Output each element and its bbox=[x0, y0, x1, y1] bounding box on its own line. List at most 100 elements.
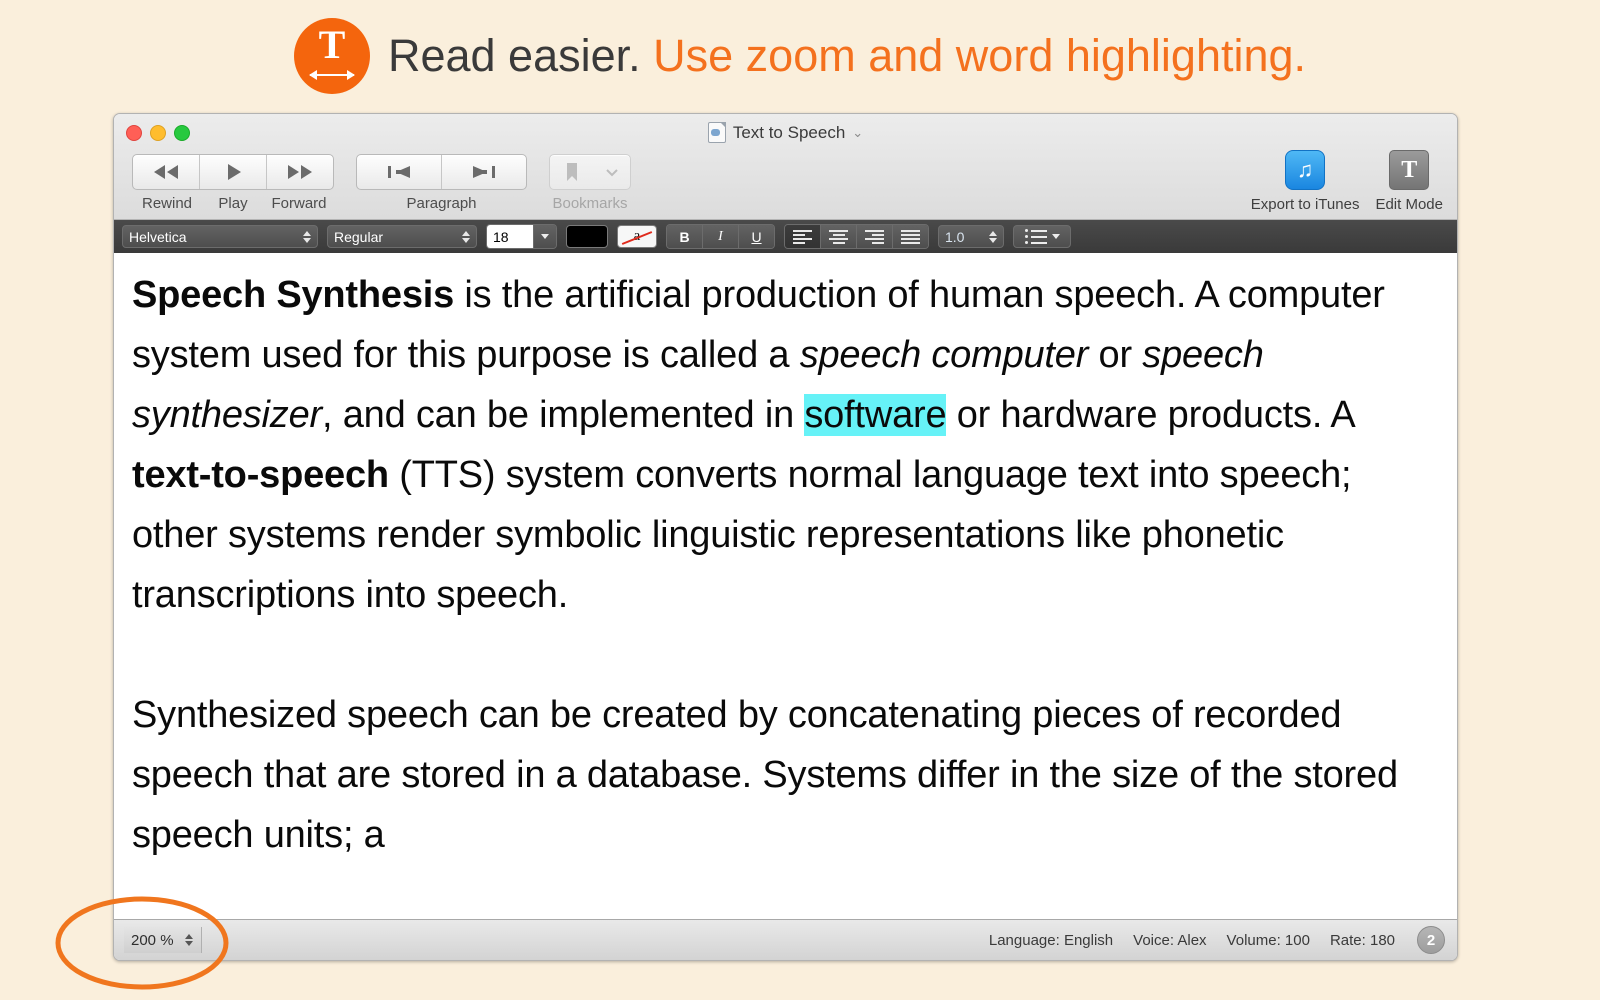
align-justify-icon bbox=[901, 229, 920, 244]
text-style-segment: B I U bbox=[666, 224, 775, 249]
bookmarks-captions: Bookmarks bbox=[550, 195, 630, 212]
title-chevron-down-icon[interactable]: ⌄ bbox=[852, 125, 863, 141]
paragraph-label: Paragraph bbox=[406, 195, 477, 212]
paragraph-segment bbox=[356, 154, 527, 190]
next-paragraph-button[interactable] bbox=[442, 155, 526, 189]
paragraph-1-text-3: , and can be implemented in bbox=[322, 394, 805, 436]
font-style-select[interactable]: Regular bbox=[327, 225, 477, 248]
window-title-bar: Text to Speech ⌄ bbox=[114, 122, 1457, 143]
highlight-color-button[interactable]: a bbox=[617, 225, 657, 248]
play-icon bbox=[228, 164, 241, 180]
alignment-segment bbox=[784, 224, 929, 249]
font-style-stepper-icon bbox=[462, 230, 470, 243]
paragraph-group: Paragraph bbox=[356, 154, 527, 212]
format-bar: Helvetica Regular 18 a B I U bbox=[114, 220, 1457, 254]
chevron-down-icon bbox=[606, 169, 618, 177]
bookmarks-segment bbox=[549, 154, 631, 190]
align-right-icon bbox=[865, 229, 884, 244]
volume-value: Volume: 100 bbox=[1226, 931, 1310, 949]
paragraph-1: Speech Synthesis is the artificial produ… bbox=[132, 265, 1439, 625]
export-itunes-label: Export to iTunes bbox=[1250, 196, 1360, 213]
text-color-swatch[interactable] bbox=[566, 225, 608, 248]
align-justify-button[interactable] bbox=[893, 225, 928, 248]
window-chrome: Text to Speech ⌄ Rewind Play Forward Par… bbox=[114, 114, 1457, 220]
align-left-icon bbox=[793, 229, 812, 244]
line-spacing-stepper-icon[interactable] bbox=[989, 230, 997, 243]
promo-banner: T Read easier. Use zoom and word highlig… bbox=[0, 0, 1600, 112]
font-size-value[interactable]: 18 bbox=[487, 225, 533, 248]
paragraph-1-italic-1: speech computer bbox=[799, 334, 1089, 376]
font-family-value: Helvetica bbox=[129, 228, 187, 245]
align-center-icon bbox=[829, 229, 848, 244]
app-icon-letter: T bbox=[318, 22, 346, 67]
align-center-button[interactable] bbox=[821, 225, 857, 248]
previous-paragraph-icon bbox=[388, 166, 410, 178]
export-itunes-group: ♫ Export to iTunes bbox=[1250, 150, 1360, 213]
paragraph-2: Synthesized speech can be created by con… bbox=[132, 694, 1398, 856]
page-number-badge: 2 bbox=[1417, 926, 1445, 954]
forward-icon bbox=[288, 165, 312, 179]
paragraph-1-text-4: or hardware products. A bbox=[946, 394, 1354, 436]
app-icon-arrow bbox=[308, 70, 355, 80]
playback-segment bbox=[132, 154, 334, 190]
play-button[interactable] bbox=[200, 155, 267, 189]
paragraph-1-bold-lead: Speech Synthesis bbox=[132, 274, 455, 316]
line-spacing-value: 1.0 bbox=[945, 228, 965, 245]
banner-headline-primary: Read easier. bbox=[387, 30, 641, 81]
bold-button[interactable]: B bbox=[667, 225, 703, 248]
paragraph-captions: Paragraph bbox=[358, 195, 526, 212]
edit-mode-t-icon[interactable]: T bbox=[1389, 150, 1430, 190]
rewind-icon bbox=[154, 165, 178, 179]
toolbar: Rewind Play Forward Paragraph Bookmarks bbox=[132, 154, 631, 212]
zoom-value: 200 % bbox=[131, 931, 174, 949]
font-family-select[interactable]: Helvetica bbox=[122, 225, 318, 248]
itunes-note-icon[interactable]: ♫ bbox=[1285, 150, 1326, 190]
paragraph-1-bold-2: text-to-speech bbox=[132, 454, 389, 496]
app-window: Text to Speech ⌄ Rewind Play Forward Par… bbox=[113, 113, 1458, 961]
rewind-label: Rewind bbox=[141, 195, 193, 212]
list-dropdown-icon bbox=[1051, 234, 1060, 239]
next-paragraph-icon bbox=[473, 166, 495, 178]
forward-label: Forward bbox=[271, 195, 327, 212]
voice-value: Voice: Alex bbox=[1133, 931, 1207, 949]
zoom-control[interactable]: 200 % bbox=[124, 927, 202, 953]
playback-group: Rewind Play Forward bbox=[132, 154, 334, 212]
zoom-stepper-icon[interactable] bbox=[184, 934, 193, 946]
playback-captions: Rewind Play Forward bbox=[134, 195, 332, 212]
italic-button[interactable]: I bbox=[703, 225, 739, 248]
edit-mode-label: Edit Mode bbox=[1375, 196, 1443, 213]
document-icon bbox=[707, 122, 726, 143]
edit-mode-group: T Edit Mode bbox=[1375, 150, 1443, 213]
banner-headline: Read easier. Use zoom and word highlight… bbox=[388, 31, 1306, 81]
highlighted-word: software bbox=[804, 394, 947, 436]
rewind-button[interactable] bbox=[133, 155, 200, 189]
speech-settings-info: Language: English Voice: Alex Volume: 10… bbox=[202, 932, 1417, 949]
font-family-stepper-icon bbox=[303, 230, 311, 243]
previous-paragraph-button[interactable] bbox=[357, 155, 442, 189]
bookmark-icon bbox=[567, 163, 577, 181]
underline-button[interactable]: U bbox=[739, 225, 774, 248]
font-size-dropdown-icon[interactable] bbox=[533, 225, 556, 248]
align-left-button[interactable] bbox=[785, 225, 821, 248]
bookmarks-menu-button[interactable] bbox=[594, 155, 630, 189]
language-value: Language: English bbox=[988, 931, 1114, 949]
font-style-value: Regular bbox=[334, 228, 384, 245]
status-bar: 200 % Language: English Voice: Alex Volu… bbox=[114, 919, 1457, 960]
rate-value: Rate: 180 bbox=[1329, 931, 1395, 949]
bookmarks-label: Bookmarks bbox=[552, 195, 628, 212]
bookmark-button[interactable] bbox=[550, 155, 594, 189]
line-spacing-control[interactable]: 1.0 bbox=[938, 225, 1004, 248]
font-size-control[interactable]: 18 bbox=[486, 224, 557, 249]
forward-button[interactable] bbox=[267, 155, 333, 189]
paragraph-1-text-2: or bbox=[1088, 334, 1143, 376]
document-text-area[interactable]: Speech Synthesis is the artificial produ… bbox=[114, 253, 1457, 920]
play-label: Play bbox=[218, 195, 248, 212]
list-style-button[interactable] bbox=[1013, 225, 1071, 248]
window-title: Text to Speech bbox=[732, 122, 846, 142]
bookmarks-group: Bookmarks bbox=[549, 154, 631, 212]
align-right-button[interactable] bbox=[857, 225, 893, 248]
toolbar-right: ♫ Export to iTunes T Edit Mode bbox=[1251, 150, 1443, 213]
banner-headline-accent: Use zoom and word highlighting. bbox=[653, 30, 1307, 81]
tts-app-icon: T bbox=[293, 18, 370, 94]
bullet-list-icon bbox=[1024, 229, 1047, 244]
